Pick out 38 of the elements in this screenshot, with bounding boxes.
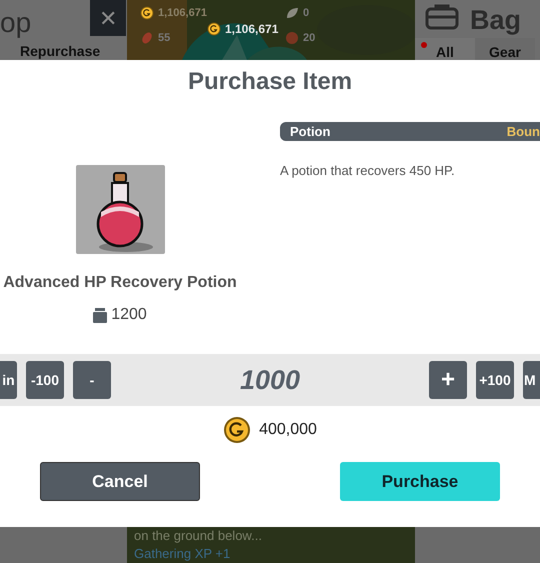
leaf-icon	[285, 6, 299, 20]
coin-icon	[223, 416, 252, 444]
bag-tab[interactable]: Gear	[475, 38, 535, 60]
bag-tab[interactable]: All	[415, 38, 475, 60]
quantity-button[interactable]: -100	[26, 361, 64, 399]
cancel-button[interactable]: Cancel	[40, 462, 200, 501]
weight-icon	[93, 307, 108, 323]
quantity-button[interactable]: +100	[476, 361, 514, 399]
item-description: A potion that recovers 450 HP.	[280, 162, 456, 180]
log-line: on the ground below...	[134, 527, 263, 545]
coin-icon	[207, 22, 221, 36]
close-button[interactable]: ✕	[90, 0, 126, 36]
coin-amount: 1,106,671	[225, 21, 278, 38]
repurchase-tab[interactable]: Repurchase	[20, 44, 100, 58]
quantity-button[interactable]: in	[0, 361, 17, 399]
pot-amount: 20	[303, 31, 316, 46]
bag-icon	[425, 4, 459, 30]
binding-label: Boun	[506, 122, 540, 141]
log-line: Gathering XP +1	[134, 545, 232, 563]
pot-icon	[285, 31, 299, 46]
quantity-button[interactable]: +	[428, 361, 467, 399]
coin-amount: 1,106,671	[158, 6, 207, 21]
total-price: 400,000	[259, 420, 317, 440]
bag-title: Bag	[470, 4, 522, 37]
purchase-button[interactable]: Purchase	[340, 462, 500, 501]
quantity-button[interactable]: M	[522, 361, 540, 399]
potion-icon	[76, 165, 164, 254]
meat-amount: 55	[158, 31, 170, 46]
category-label: Potion	[290, 122, 330, 141]
meat-icon	[140, 31, 154, 46]
quantity-value: 1000	[240, 364, 300, 397]
item-name: Advanced HP Recovery Potion	[3, 273, 237, 293]
quantity-button[interactable]: -	[73, 361, 111, 399]
shop-title: op	[0, 6, 32, 40]
dialog-title: Purchase Item	[186, 68, 354, 96]
coin-icon	[140, 6, 154, 20]
leaf-amount: 0	[303, 6, 310, 21]
item-weight: 1200	[111, 305, 147, 325]
